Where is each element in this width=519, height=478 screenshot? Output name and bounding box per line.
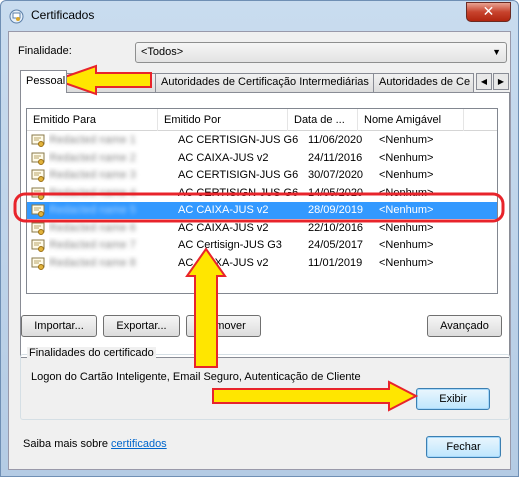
table-row[interactable]: Redacted name 7 AC Certisign-JUS G3 24/05/… [27,237,497,254]
column-nome-amigavel[interactable]: Nome Amigável [358,109,464,131]
finalidade-label: Finalidade: [18,45,72,57]
title-bar[interactable]: Certificados ✕ [1,1,518,31]
cell-nome-amigavel: <Nenhum> [379,186,434,199]
cell-data: 11/06/2020 [308,134,363,146]
cell-emitido-por: AC CAIXA-JUS v2 [178,151,269,164]
certificate-icon [31,187,45,200]
cell-emitido-por: AC Certisign-JUS G3 [178,239,282,251]
exibir-button[interactable]: Exibir [416,388,490,410]
certificate-icon [31,239,45,252]
cell-emitido-para: Redacted name 8 [49,256,136,269]
dialog-body: Finalidade: <Todos> ▼ Pessoal Outras Pes… [8,31,511,470]
remover-button[interactable]: Remover [186,315,261,337]
tab-scroll-left-icon[interactable]: ◀ [476,73,492,90]
tab-pessoal[interactable]: Pessoal [20,70,67,93]
finalidades-text: Logon do Cartão Inteligente, Email Segur… [31,371,361,383]
footer-text: Saiba mais sobre certificados [23,438,167,450]
cell-nome-amigavel: <Nenhum> [379,204,434,216]
window-title: Certificados [31,8,95,22]
fechar-button[interactable]: Fechar [426,436,501,458]
certificados-link[interactable]: certificados [111,438,167,450]
tab-scroll-right-icon[interactable]: ▶ [493,73,509,90]
cell-emitido-para: Redacted name 6 [49,221,136,234]
cell-emitido-por: AC CAIXA-JUS v2 [178,204,269,216]
table-row[interactable]: Redacted name 6 AC CAIXA-JUS v2 22/10/2016… [27,220,497,237]
cell-emitido-por: AC CAIXA-JUS v2 [178,221,269,234]
table-row[interactable]: Redacted name 8 AC CAIXA-JUS v2 11/01/2019… [27,255,497,272]
cell-emitido-por: AC CERTISIGN-JUS G6 [178,169,299,181]
finalidade-dropdown[interactable]: <Todos> ▼ [135,42,507,63]
certificate-icon [31,257,45,270]
cell-data: 22/10/2016 [308,221,364,234]
certificate-icon [31,152,45,165]
table-row[interactable]: Redacted name 3 AC CERTISIGN-JUS G6 30/07/… [27,167,497,184]
column-emitido-para[interactable]: Emitido Para [27,109,158,131]
list-header: Emitido Para Emitido Por Data de ... Nom… [27,109,497,131]
cell-emitido-para: Redacted name 4 [49,186,136,199]
cell-emitido-para: Redacted name 7 [49,239,136,251]
avancado-button[interactable]: Avançado [427,315,502,337]
cell-nome-amigavel: <Nenhum> [379,169,434,181]
tab-outras-pessoas[interactable]: Outras Pessoas [66,73,156,92]
cell-nome-amigavel: <Nenhum> [379,256,434,269]
cell-emitido-para: Redacted name 1 [49,134,136,146]
cell-emitido-para: Redacted name 5 [49,204,136,216]
cell-data: 14/05/2020 [308,186,364,199]
cell-emitido-por: AC CERTISIGN-JUS G6 [178,186,299,199]
tab-autoridades-raiz[interactable]: Autoridades de Ce [373,73,474,92]
cell-data: 30/07/2020 [308,169,364,181]
cell-nome-amigavel: <Nenhum> [379,221,434,234]
close-button[interactable]: ✕ [466,2,511,22]
column-data[interactable]: Data de ... [288,109,358,131]
table-row[interactable]: Redacted name 4 AC CERTISIGN-JUS G6 14/05/… [27,185,497,202]
importar-button[interactable]: Importar... [21,315,97,337]
cell-nome-amigavel: <Nenhum> [379,134,434,146]
cell-data: 28/09/2019 [308,204,364,216]
tab-strip: Pessoal Outras Pessoas Autoridades de Ce… [20,70,510,93]
finalidades-groupbox: Finalidades do certificado Logon do Cart… [20,347,510,420]
certificate-icon [31,222,45,235]
cell-data: 11/01/2019 [308,256,363,269]
cell-data: 24/11/2016 [308,151,363,164]
finalidade-value: <Todos> [141,46,184,58]
cell-emitido-para: Redacted name 2 [49,151,136,164]
footer-label: Saiba mais sobre [23,438,112,450]
certificate-app-icon [9,9,24,24]
certificate-icon [31,134,45,147]
certificates-dialog: Certificados ✕ Finalidade: <Todos> ▼ Pes… [0,0,519,477]
certificates-list[interactable]: Emitido Para Emitido Por Data de ... Nom… [26,108,498,294]
tab-autoridades-intermediarias[interactable]: Autoridades de Certificação Intermediári… [155,73,374,92]
exportar-button[interactable]: Exportar... [103,315,180,337]
cell-emitido-por: AC CERTISIGN-JUS G6 [178,134,299,146]
table-row[interactable]: Redacted name 1 AC CERTISIGN-JUS G6 11/06/… [27,132,497,149]
certificate-icon [31,169,45,182]
chevron-down-icon: ▼ [492,47,501,57]
cell-nome-amigavel: <Nenhum> [379,239,434,251]
column-emitido-por[interactable]: Emitido Por [158,109,288,131]
group-title: Finalidades do certificado [27,347,156,359]
cell-emitido-para: Redacted name 3 [49,169,136,181]
table-row[interactable]: Redacted name 5 AC CAIXA-JUS v2 28/09/2019… [27,202,497,219]
cell-emitido-por: AC CAIXA-JUS v2 [178,256,269,269]
table-row[interactable]: Redacted name 2 AC CAIXA-JUS v2 24/11/2016… [27,150,497,167]
certificate-icon [31,204,45,217]
cell-nome-amigavel: <Nenhum> [379,151,434,164]
cell-data: 24/05/2017 [308,239,364,251]
